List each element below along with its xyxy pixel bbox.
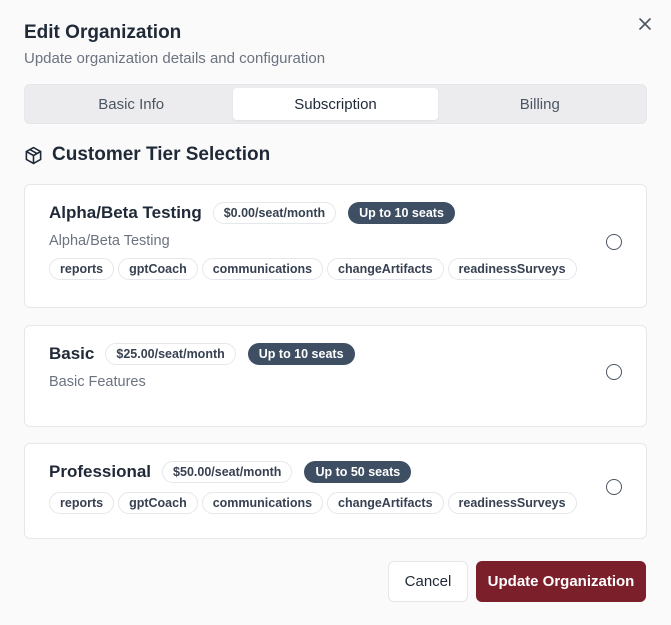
- tier-name: Basic: [49, 344, 95, 363]
- dialog-title: Edit Organization: [24, 22, 182, 43]
- tab-basic-info[interactable]: Basic Info: [29, 88, 233, 120]
- feature-chip: reports: [49, 492, 115, 514]
- tier-description: Basic Features: [49, 374, 146, 390]
- edit-organization-dialog: Edit Organization Update organization de…: [0, 0, 671, 625]
- update-organization-button[interactable]: Update Organization: [476, 561, 646, 602]
- tier-radio-alpha-beta[interactable]: [606, 234, 622, 250]
- feature-chip: gptCoach: [118, 258, 198, 280]
- dialog-footer: Cancel Update Organization: [388, 561, 646, 602]
- seats-badge: Up to 10 seats: [247, 343, 355, 365]
- tier-card-basic[interactable]: Basic $25.00/seat/month Up to 10 seats B…: [24, 325, 647, 427]
- tier-radio-professional[interactable]: [606, 479, 622, 495]
- price-badge: $25.00/seat/month: [105, 343, 236, 365]
- feature-chip: gptCoach: [118, 492, 198, 514]
- seats-badge: Up to 50 seats: [304, 461, 412, 483]
- tier-card-alpha-beta[interactable]: Alpha/Beta Testing $0.00/seat/month Up t…: [24, 184, 647, 308]
- price-badge: $50.00/seat/month: [162, 461, 293, 483]
- feature-chip: changeArtifacts: [327, 492, 444, 514]
- section-heading: Customer Tier Selection: [24, 144, 647, 166]
- feature-chip: readinessSurveys: [447, 492, 577, 514]
- price-badge: $0.00/seat/month: [212, 202, 337, 224]
- close-button[interactable]: [635, 14, 655, 34]
- tab-list: Basic Info Subscription Billing: [24, 84, 647, 124]
- tab-billing[interactable]: Billing: [438, 88, 642, 120]
- feature-list: reports gptCoach communications changeAr…: [49, 492, 622, 514]
- feature-chip: readinessSurveys: [447, 258, 577, 280]
- feature-chip: reports: [49, 258, 115, 280]
- feature-list: reports gptCoach communications changeAr…: [49, 258, 622, 280]
- seats-badge: Up to 10 seats: [348, 202, 455, 224]
- feature-chip: communications: [201, 492, 324, 514]
- close-icon: [639, 18, 651, 30]
- tab-subscription[interactable]: Subscription: [233, 88, 438, 120]
- cancel-button[interactable]: Cancel: [388, 561, 468, 602]
- feature-chip: changeArtifacts: [327, 258, 444, 280]
- tier-name: Professional: [49, 462, 152, 481]
- section-title: Customer Tier Selection: [52, 144, 271, 165]
- tier-name: Alpha/Beta Testing: [49, 203, 202, 222]
- tier-radio-basic[interactable]: [606, 364, 622, 380]
- tier-description: Alpha/Beta Testing: [49, 233, 170, 249]
- feature-chip: communications: [201, 258, 324, 280]
- dialog-subtitle: Update organization details and configur…: [24, 50, 326, 67]
- package-icon: [25, 146, 42, 164]
- tier-card-professional[interactable]: Professional $50.00/seat/month Up to 50 …: [24, 443, 647, 539]
